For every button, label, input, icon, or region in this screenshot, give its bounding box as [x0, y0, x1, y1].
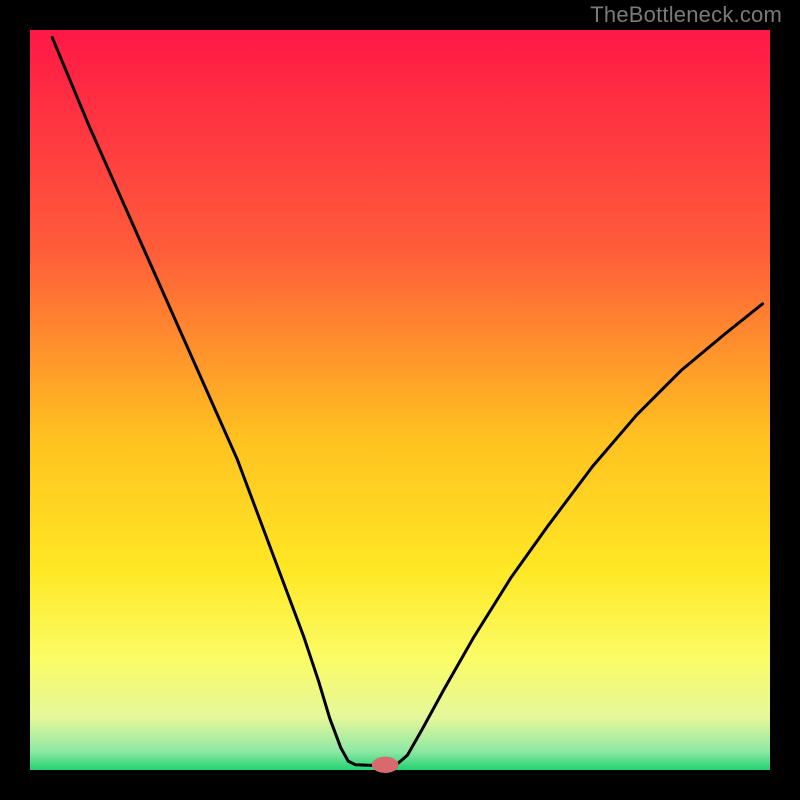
plot-area: [30, 30, 770, 770]
optimum-marker: [372, 757, 399, 773]
watermark-label: TheBottleneck.com: [590, 2, 782, 28]
bottleneck-chart: [0, 0, 800, 800]
chart-container: TheBottleneck.com: [0, 0, 800, 800]
